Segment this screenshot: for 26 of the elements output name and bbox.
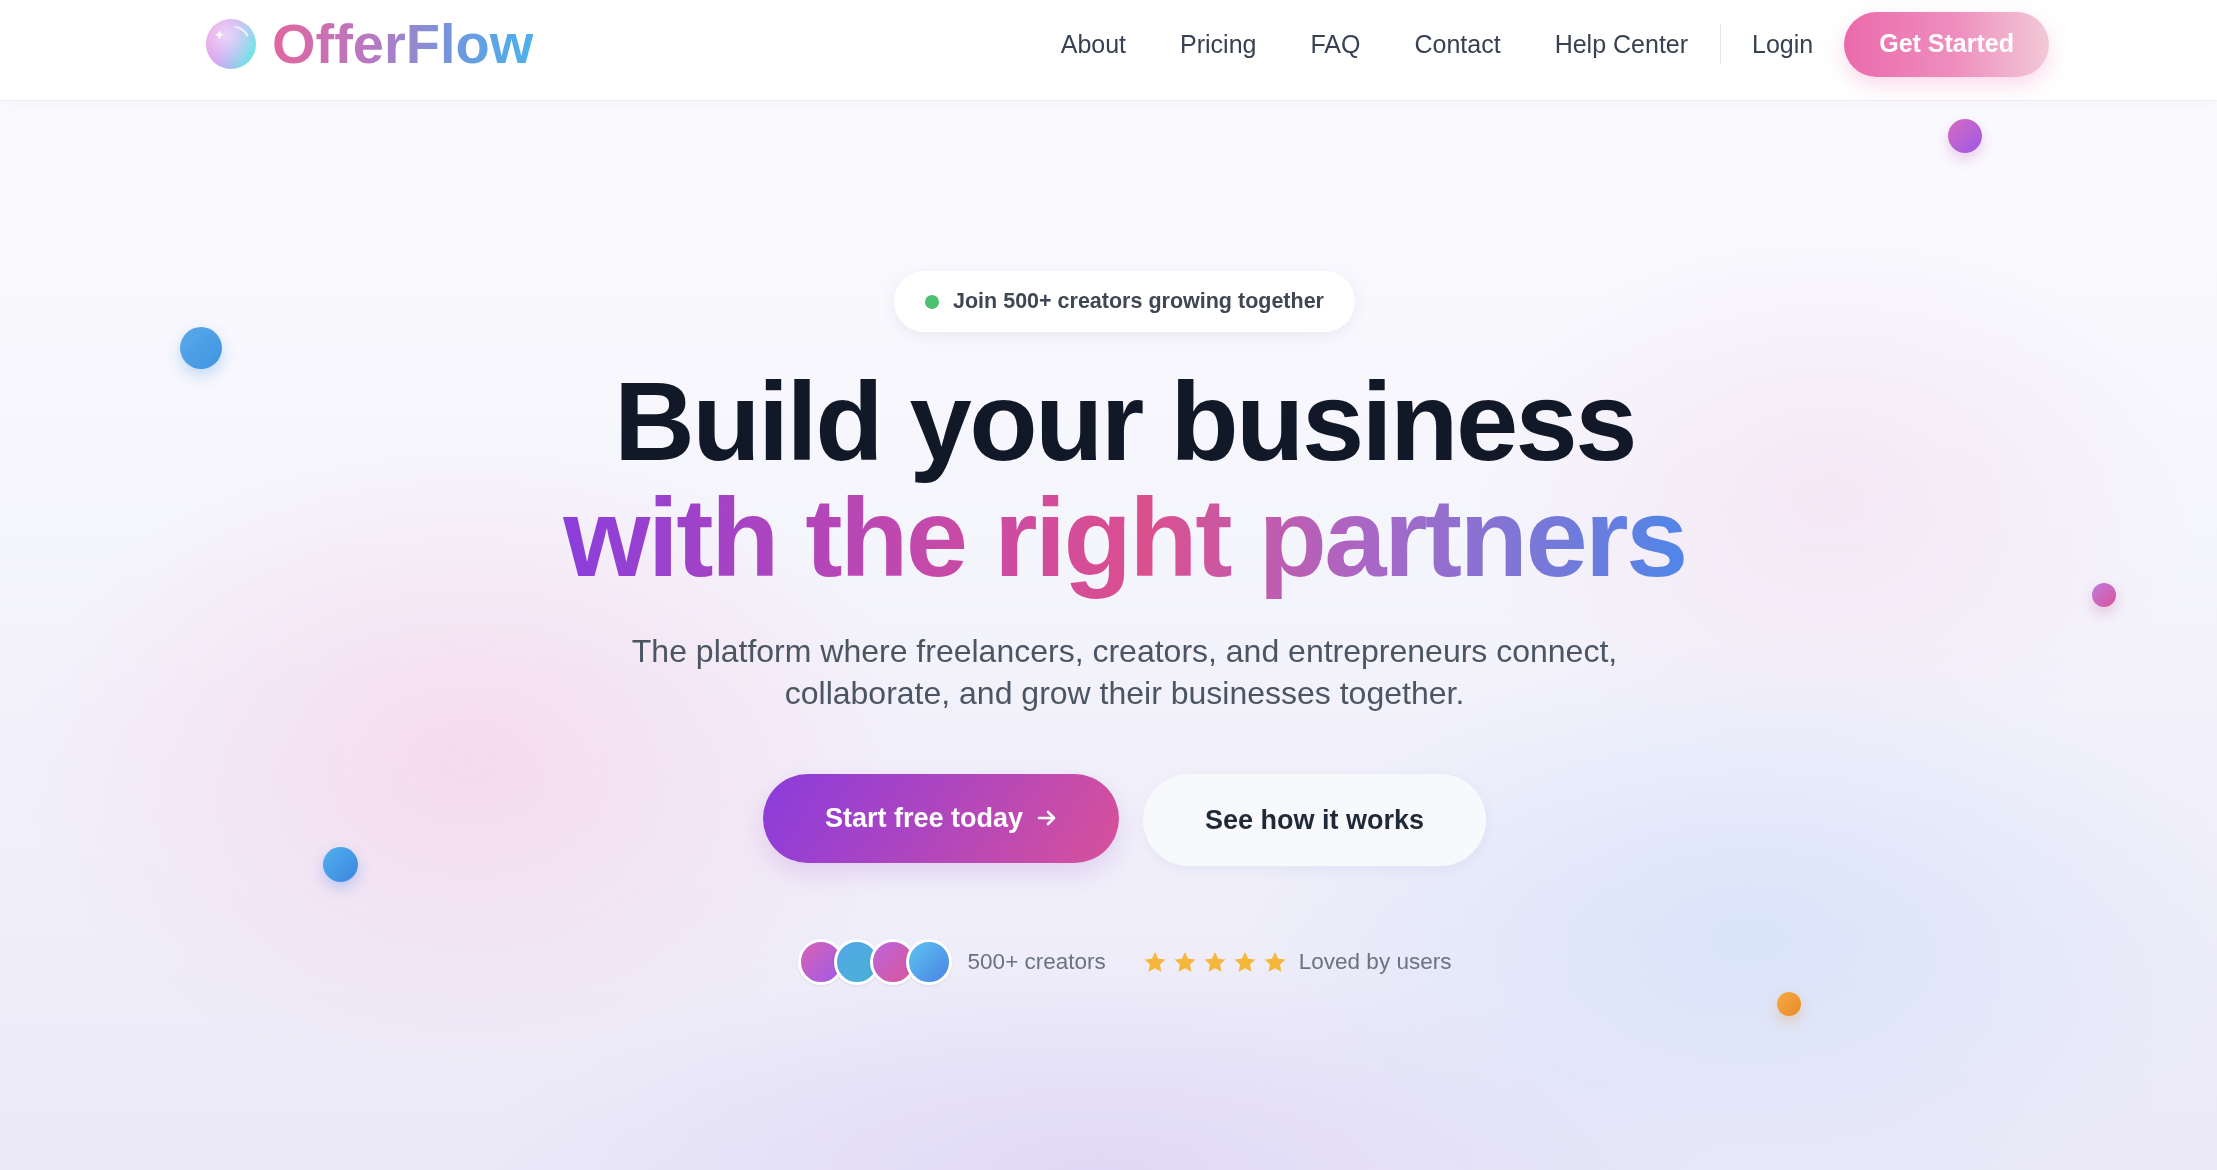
headline-line: Build your business bbox=[614, 369, 1635, 486]
nav-link[interactable]: Contact bbox=[1414, 27, 1501, 61]
floating-dot-icon bbox=[2092, 583, 2116, 607]
nav-link[interactable]: Help Center bbox=[1554, 27, 1689, 61]
nav-link[interactable]: Pricing bbox=[1180, 27, 1257, 61]
floating-dot-icon bbox=[1777, 992, 1801, 1016]
star-icon bbox=[1203, 951, 1226, 972]
star-icon bbox=[1263, 951, 1286, 972]
status-dot-icon bbox=[925, 294, 939, 309]
rating-text: Loved by users bbox=[1298, 948, 1452, 977]
star-icon bbox=[1173, 951, 1196, 972]
floating-dot-icon bbox=[323, 847, 358, 882]
nav-link[interactable]: FAQ bbox=[1310, 27, 1361, 61]
bubble-logo-icon bbox=[206, 19, 256, 69]
login-link[interactable]: Login bbox=[1752, 27, 1814, 61]
start-button[interactable]: Start free today bbox=[762, 773, 1119, 863]
creators-count-text: 500+ creators bbox=[967, 948, 1106, 977]
nav-link[interactable]: About bbox=[1060, 27, 1127, 61]
floating-dot-icon bbox=[1948, 119, 1982, 153]
avatar-icon bbox=[905, 938, 952, 985]
hero-subtitle: The platform where freelancers, creators, and entrepreneurs connect, collaborate, and grow their businesses together. bbox=[630, 631, 1619, 713]
how-it-works-button[interactable]: See how it works bbox=[1143, 773, 1487, 866]
star-icon bbox=[1143, 951, 1166, 972]
star-icon bbox=[1233, 951, 1256, 972]
floating-dot-icon bbox=[180, 327, 222, 369]
badge-text: Join 500+ creators growing together bbox=[953, 288, 1324, 316]
